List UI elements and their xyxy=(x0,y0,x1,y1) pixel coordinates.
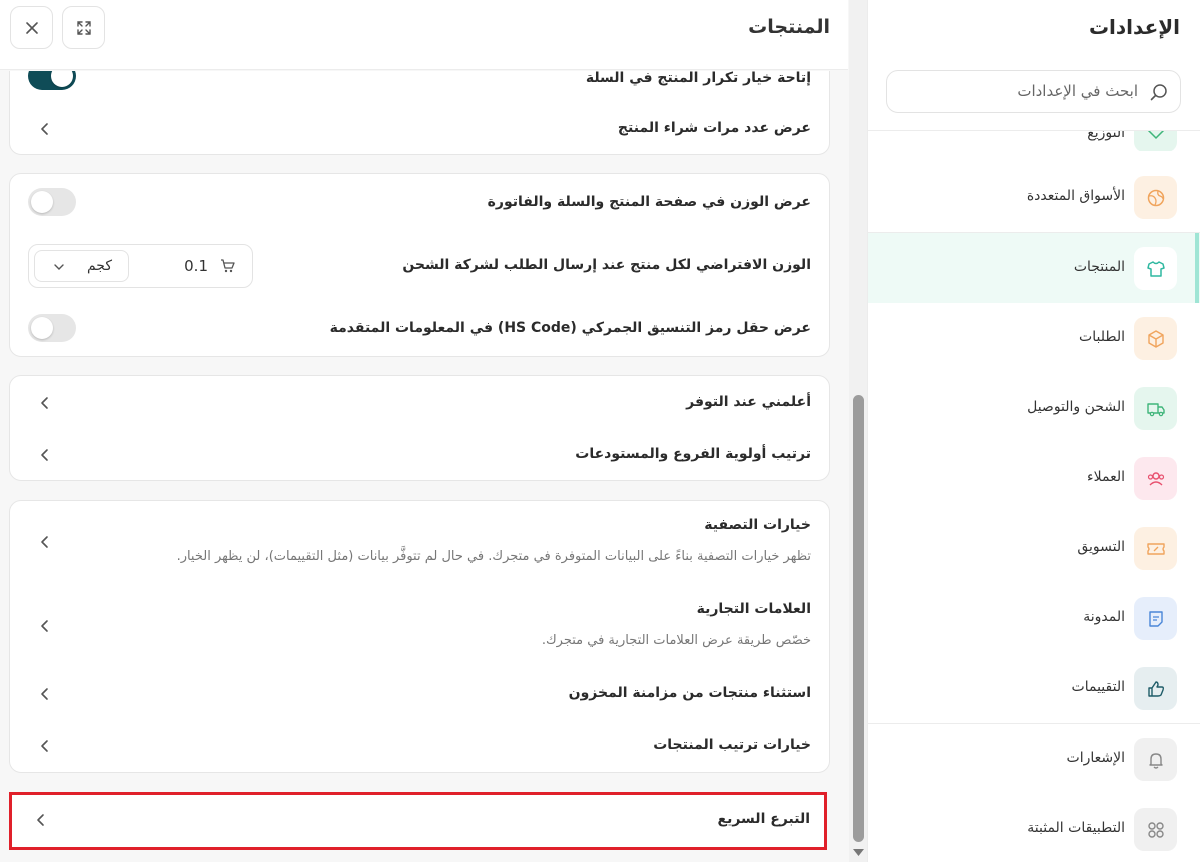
chevron-left-icon[interactable] xyxy=(38,122,52,136)
sidebar-icon-box xyxy=(1134,527,1177,570)
weight-value: 0.1 xyxy=(184,257,208,275)
hs-code-label: عرض حقل رمز التنسيق الجمركي (HS Code) في… xyxy=(329,320,811,336)
sidebar-item-label: المنتجات xyxy=(1073,259,1125,275)
settings-card-cart: إتاحة خيار تكرار المنتج في السلة عرض عدد… xyxy=(9,71,830,155)
sidebar-icon-box xyxy=(1134,387,1177,430)
chevron-left-icon[interactable] xyxy=(38,619,52,633)
purchase-count-label: عرض عدد مرات شراء المنتج xyxy=(617,120,811,136)
inventory-sync-label: استثناء منتجات من مزامنة المخزون xyxy=(568,685,811,701)
chevron-left-icon[interactable] xyxy=(38,448,52,462)
sidebar-item-marketing[interactable]: التسويق xyxy=(868,513,1200,583)
branch-priority-label: ترتيب أولوية الفروع والمستودعات xyxy=(575,446,811,462)
sidebar-item-label: الطلبات xyxy=(1079,329,1125,345)
thumbs-up-icon xyxy=(1147,680,1164,697)
default-weight-label: الوزن الافتراضي لكل منتج عند إرسال الطلب… xyxy=(402,257,811,273)
page-title: المنتجات xyxy=(748,16,830,38)
bell-icon xyxy=(1148,752,1163,769)
filter-options-subtitle: تظهر خيارات التصفية بناءً على البيانات ا… xyxy=(176,549,811,564)
expand-button[interactable] xyxy=(62,6,105,49)
sidebar-icon-box xyxy=(1134,247,1177,290)
settings-card-filters: خيارات التصفية تظهر خيارات التصفية بناءً… xyxy=(9,500,830,773)
close-icon xyxy=(25,21,38,34)
sidebar-icon-box xyxy=(1134,317,1177,360)
brands-subtitle: خصّص طريقة عرض العلامات التجارية في متجر… xyxy=(541,633,811,648)
repeat-product-label: إتاحة خيار تكرار المنتج في السلة xyxy=(585,71,811,86)
globe-icon xyxy=(1147,189,1164,206)
show-weight-label: عرض الوزن في صفحة المنتج والسلة والفاتور… xyxy=(487,194,811,210)
shirt-icon xyxy=(1146,260,1165,277)
sidebar-item-reviews[interactable]: التقييمات xyxy=(868,653,1200,723)
repeat-product-toggle[interactable] xyxy=(28,71,76,90)
sidebar-item-shipping[interactable]: الشحن والتوصيل xyxy=(868,373,1200,443)
main-header: المنتجات xyxy=(0,0,848,70)
sidebar-item-multi-markets[interactable]: الأسواق المتعددة xyxy=(868,162,1200,232)
sidebar-item-products[interactable]: المنتجات xyxy=(868,233,1200,303)
sidebar-item-label: المدونة xyxy=(1083,609,1125,625)
chevron-left-icon[interactable] xyxy=(38,396,52,410)
settings-search-input[interactable]: ابحث في الإعدادات xyxy=(886,70,1181,113)
users-icon xyxy=(1147,471,1164,486)
sidebar-icon-box xyxy=(1134,738,1177,781)
scrollbar-thumb[interactable] xyxy=(853,395,864,842)
sort-options-label: خيارات ترتيب المنتجات xyxy=(653,737,811,753)
sidebar-icon-box xyxy=(1134,597,1177,640)
note-icon xyxy=(1148,610,1163,627)
settings-content: إتاحة خيار تكرار المنتج في السلة عرض عدد… xyxy=(0,71,848,862)
sidebar-icon-box xyxy=(1134,808,1177,851)
sidebar-item-installed-apps[interactable]: التطبيقات المثبتة xyxy=(868,794,1200,862)
sidebar-title: الإعدادات xyxy=(1088,15,1180,39)
sidebar-item-label: التطبيقات المثبتة xyxy=(1027,820,1125,836)
chevron-left-icon[interactable] xyxy=(38,535,52,549)
filter-options-title: خيارات التصفية xyxy=(704,517,811,533)
search-placeholder: ابحث في الإعدادات xyxy=(1017,82,1138,100)
quick-donation-label: التبرع السريع xyxy=(717,811,810,827)
sidebar-icon-box xyxy=(1134,176,1177,219)
cart-icon xyxy=(221,259,235,273)
sidebar-item-label: التقييمات xyxy=(1071,679,1125,695)
chevron-left-icon[interactable] xyxy=(38,687,52,701)
expand-icon xyxy=(76,20,91,35)
sidebar-item-customers[interactable]: العملاء xyxy=(868,443,1200,513)
hs-code-toggle[interactable] xyxy=(28,314,76,342)
weight-unit-select[interactable]: كجم xyxy=(34,250,129,282)
brands-title: العلامات التجارية xyxy=(696,601,811,617)
default-weight-field[interactable]: 0.1 كجم xyxy=(28,244,253,288)
chevron-left-icon xyxy=(37,814,44,826)
sidebar-icon-box xyxy=(1134,667,1177,710)
box-icon xyxy=(1147,329,1164,348)
sidebar-item-notifications[interactable]: الإشعارات xyxy=(868,724,1200,794)
truck-icon xyxy=(1146,402,1165,416)
settings-card-availability: أعلمني عند التوفر ترتيب أولوية الفروع وا… xyxy=(9,375,830,481)
main-panel: المنتجات إتاحة خيار تكرار المنتج في السل… xyxy=(0,0,848,862)
search-icon xyxy=(1150,84,1167,101)
sidebar-item-label: الإشعارات xyxy=(1066,750,1125,766)
chevron-down-icon xyxy=(54,264,64,270)
sidebar-item-orders[interactable]: الطلبات xyxy=(868,303,1200,373)
settings-card-weight: عرض الوزن في صفحة المنتج والسلة والفاتور… xyxy=(9,173,830,357)
sidebar-item-label: الأسواق المتعددة xyxy=(1026,188,1125,204)
sidebar-item-label: التوزيع xyxy=(1087,125,1125,141)
chevron-left-icon[interactable] xyxy=(38,739,52,753)
weight-unit-value: كجم xyxy=(86,258,112,274)
settings-sidebar: الإعدادات ابحث في الإعدادات التوزيع الأس… xyxy=(867,0,1200,862)
sidebar-icon-box xyxy=(1134,457,1177,500)
show-weight-toggle[interactable] xyxy=(28,188,76,216)
sidebar-item-label: التسويق xyxy=(1077,539,1125,555)
apps-icon xyxy=(1147,821,1164,838)
notify-availability-label: أعلمني عند التوفر xyxy=(686,394,811,410)
sidebar-item-blog[interactable]: المدونة xyxy=(868,583,1200,653)
ticket-icon xyxy=(1146,542,1165,555)
close-button[interactable] xyxy=(10,6,53,49)
scroll-down-arrow-icon[interactable] xyxy=(853,848,864,857)
quick-donation-row[interactable]: التبرع السريع xyxy=(9,792,827,850)
sidebar-item-label: العملاء xyxy=(1087,469,1125,485)
sidebar-item-label: الشحن والتوصيل xyxy=(1027,399,1125,415)
